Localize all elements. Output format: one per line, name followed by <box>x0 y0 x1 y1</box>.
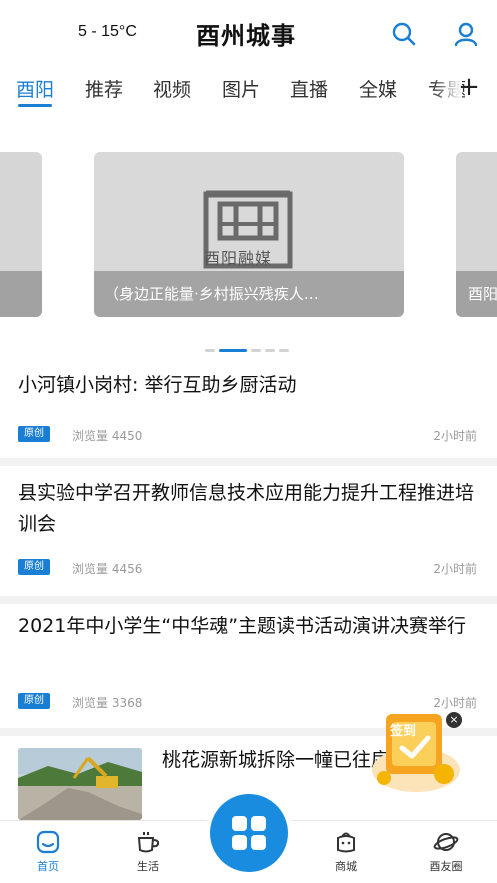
nav-mall[interactable]: 商城 <box>316 829 376 881</box>
tab-pictures[interactable]: 图片 <box>222 75 260 102</box>
cup-icon <box>137 832 160 853</box>
news-item[interactable]: 县实验中学召开教师信息技术应用能力提升工程推进培训会 原创 浏览量 4456 2… <box>0 478 497 596</box>
nav-life[interactable]: 生活 <box>118 829 178 881</box>
nav-home[interactable]: 首页 <box>18 829 78 881</box>
carousel-caption: （身边正能量·乡村振兴残疾人… <box>94 271 404 317</box>
original-badge: 原创 <box>18 426 50 442</box>
news-title: 小河镇小岗村: 举行互助乡厨活动 <box>18 374 297 396</box>
tab-recommend[interactable]: 推荐 <box>85 75 123 102</box>
center-menu-button[interactable] <box>210 794 288 872</box>
grid-icon <box>232 816 266 850</box>
news-item[interactable]: 小河镇小岗村: 举行互助乡厨活动 原创 浏览量 4450 2小时前 <box>0 368 497 458</box>
section-divider <box>0 596 497 604</box>
view-count: 浏览量 4456 <box>72 562 143 576</box>
user-icon[interactable] <box>452 20 480 48</box>
news-thumbnail[interactable] <box>18 748 142 820</box>
tab-youyang[interactable]: 酉阳 <box>16 75 54 102</box>
search-icon[interactable] <box>390 20 418 48</box>
app-title: 酉州城事 <box>196 21 296 50</box>
carousel-slide-next[interactable]: 酉阳 <box>456 152 497 317</box>
planet-icon <box>433 833 459 851</box>
carousel-dot-active <box>219 349 247 352</box>
add-channel-button[interactable]: + <box>455 72 483 102</box>
tab-video[interactable]: 视频 <box>153 75 191 102</box>
side-caption-right: 酉阳 <box>456 271 497 317</box>
side-caption-left <box>0 271 42 317</box>
carousel-slide-prev[interactable] <box>0 152 42 317</box>
active-tab-indicator <box>18 104 52 107</box>
original-badge: 原创 <box>18 693 50 709</box>
app-header: 5 - 15°C 酉州城事 <box>0 0 497 66</box>
media-logo-text: 酉阳融媒 <box>204 249 273 268</box>
home-icon <box>36 830 60 854</box>
nav-label: 首页 <box>37 860 59 873</box>
tab-live[interactable]: 直播 <box>290 75 328 102</box>
nav-friends-circle[interactable]: 酉友圈 <box>416 829 476 881</box>
tab-all-media[interactable]: 全媒 <box>359 75 397 102</box>
banner-carousel[interactable]: 酉阳融媒 （身边正能量·乡村振兴残疾人… 酉阳 <box>0 152 497 317</box>
publish-time: 2小时前 <box>433 562 477 576</box>
section-divider <box>0 458 497 466</box>
original-badge: 原创 <box>18 559 50 575</box>
carousel-dot <box>251 349 261 352</box>
checkin-close-button[interactable]: × <box>446 712 462 728</box>
carousel-dot <box>265 349 275 352</box>
nav-label: 生活 <box>137 860 159 873</box>
carousel-slide-current[interactable]: 酉阳融媒 （身边正能量·乡村振兴残疾人… <box>94 152 404 317</box>
publish-time: 2小时前 <box>433 429 477 443</box>
nav-label: 酉友圈 <box>429 860 463 873</box>
view-count: 浏览量 4450 <box>72 429 143 443</box>
weather-label: 5 - 15°C <box>78 23 137 40</box>
nav-label: 商城 <box>335 860 357 873</box>
checkin-label: 签到 <box>390 724 417 739</box>
news-title: 2021年中小学生“中华魂”主题读书活动演讲决赛举行 <box>18 615 467 637</box>
view-count: 浏览量 3368 <box>72 696 143 710</box>
carousel-dot <box>279 349 289 352</box>
bag-icon <box>337 832 355 853</box>
news-title: 县实验中学召开教师信息技术应用能力提升工程推进培训会 <box>18 482 475 535</box>
channel-tabs: 酉阳 推荐 视频 图片 直播 全媒 专题 + <box>0 70 497 110</box>
carousel-dot <box>205 349 215 352</box>
